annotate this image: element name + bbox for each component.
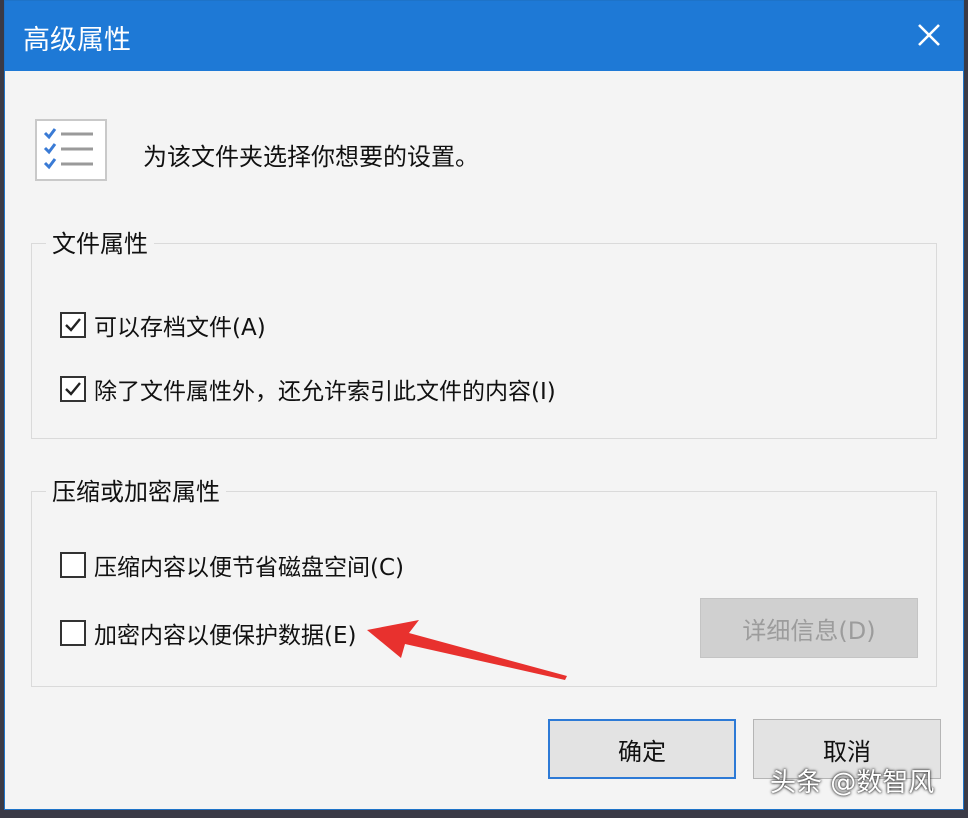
- close-button[interactable]: [905, 11, 953, 59]
- compress-encrypt-legend: 压缩或加密属性: [46, 472, 226, 507]
- header-description: 为该文件夹选择你想要的设置。: [143, 143, 479, 171]
- checklist-icon: [35, 119, 107, 181]
- archive-checkbox[interactable]: [60, 312, 86, 338]
- watermark: 头条 @数智风: [770, 768, 935, 798]
- check-icon: [65, 382, 81, 396]
- check-icon: [65, 318, 81, 332]
- encrypt-checkbox[interactable]: [60, 620, 86, 646]
- encrypt-option[interactable]: 加密内容以便保护数据(E): [60, 616, 356, 650]
- compress-label: 压缩内容以便节省磁盘空间(C): [94, 555, 405, 581]
- ok-button[interactable]: 确定: [548, 719, 736, 779]
- advanced-attributes-dialog: 高级属性 为该文件夹选择你想要的设置。 文件属性 可以存档文件(A) 除了文件属…: [4, 0, 964, 810]
- encrypt-label: 加密内容以便保护数据(E): [94, 623, 357, 649]
- compress-checkbox[interactable]: [60, 552, 86, 578]
- index-checkbox[interactable]: [60, 376, 86, 402]
- index-label: 除了文件属性外，还允许索引此文件的内容(I): [94, 379, 556, 405]
- archive-option[interactable]: 可以存档文件(A): [60, 308, 266, 342]
- file-attributes-group: 文件属性 可以存档文件(A) 除了文件属性外，还允许索引此文件的内容(I): [31, 224, 937, 439]
- close-icon: [918, 24, 940, 46]
- details-button[interactable]: 详细信息(D): [700, 598, 918, 658]
- window-title: 高级属性: [23, 25, 131, 56]
- title-bar[interactable]: 高级属性: [5, 1, 963, 71]
- archive-label: 可以存档文件(A): [94, 315, 266, 341]
- index-option[interactable]: 除了文件属性外，还允许索引此文件的内容(I): [60, 372, 556, 406]
- compress-option[interactable]: 压缩内容以便节省磁盘空间(C): [60, 548, 404, 582]
- red-arrow-annotation: [367, 620, 567, 680]
- file-attributes-legend: 文件属性: [46, 224, 154, 259]
